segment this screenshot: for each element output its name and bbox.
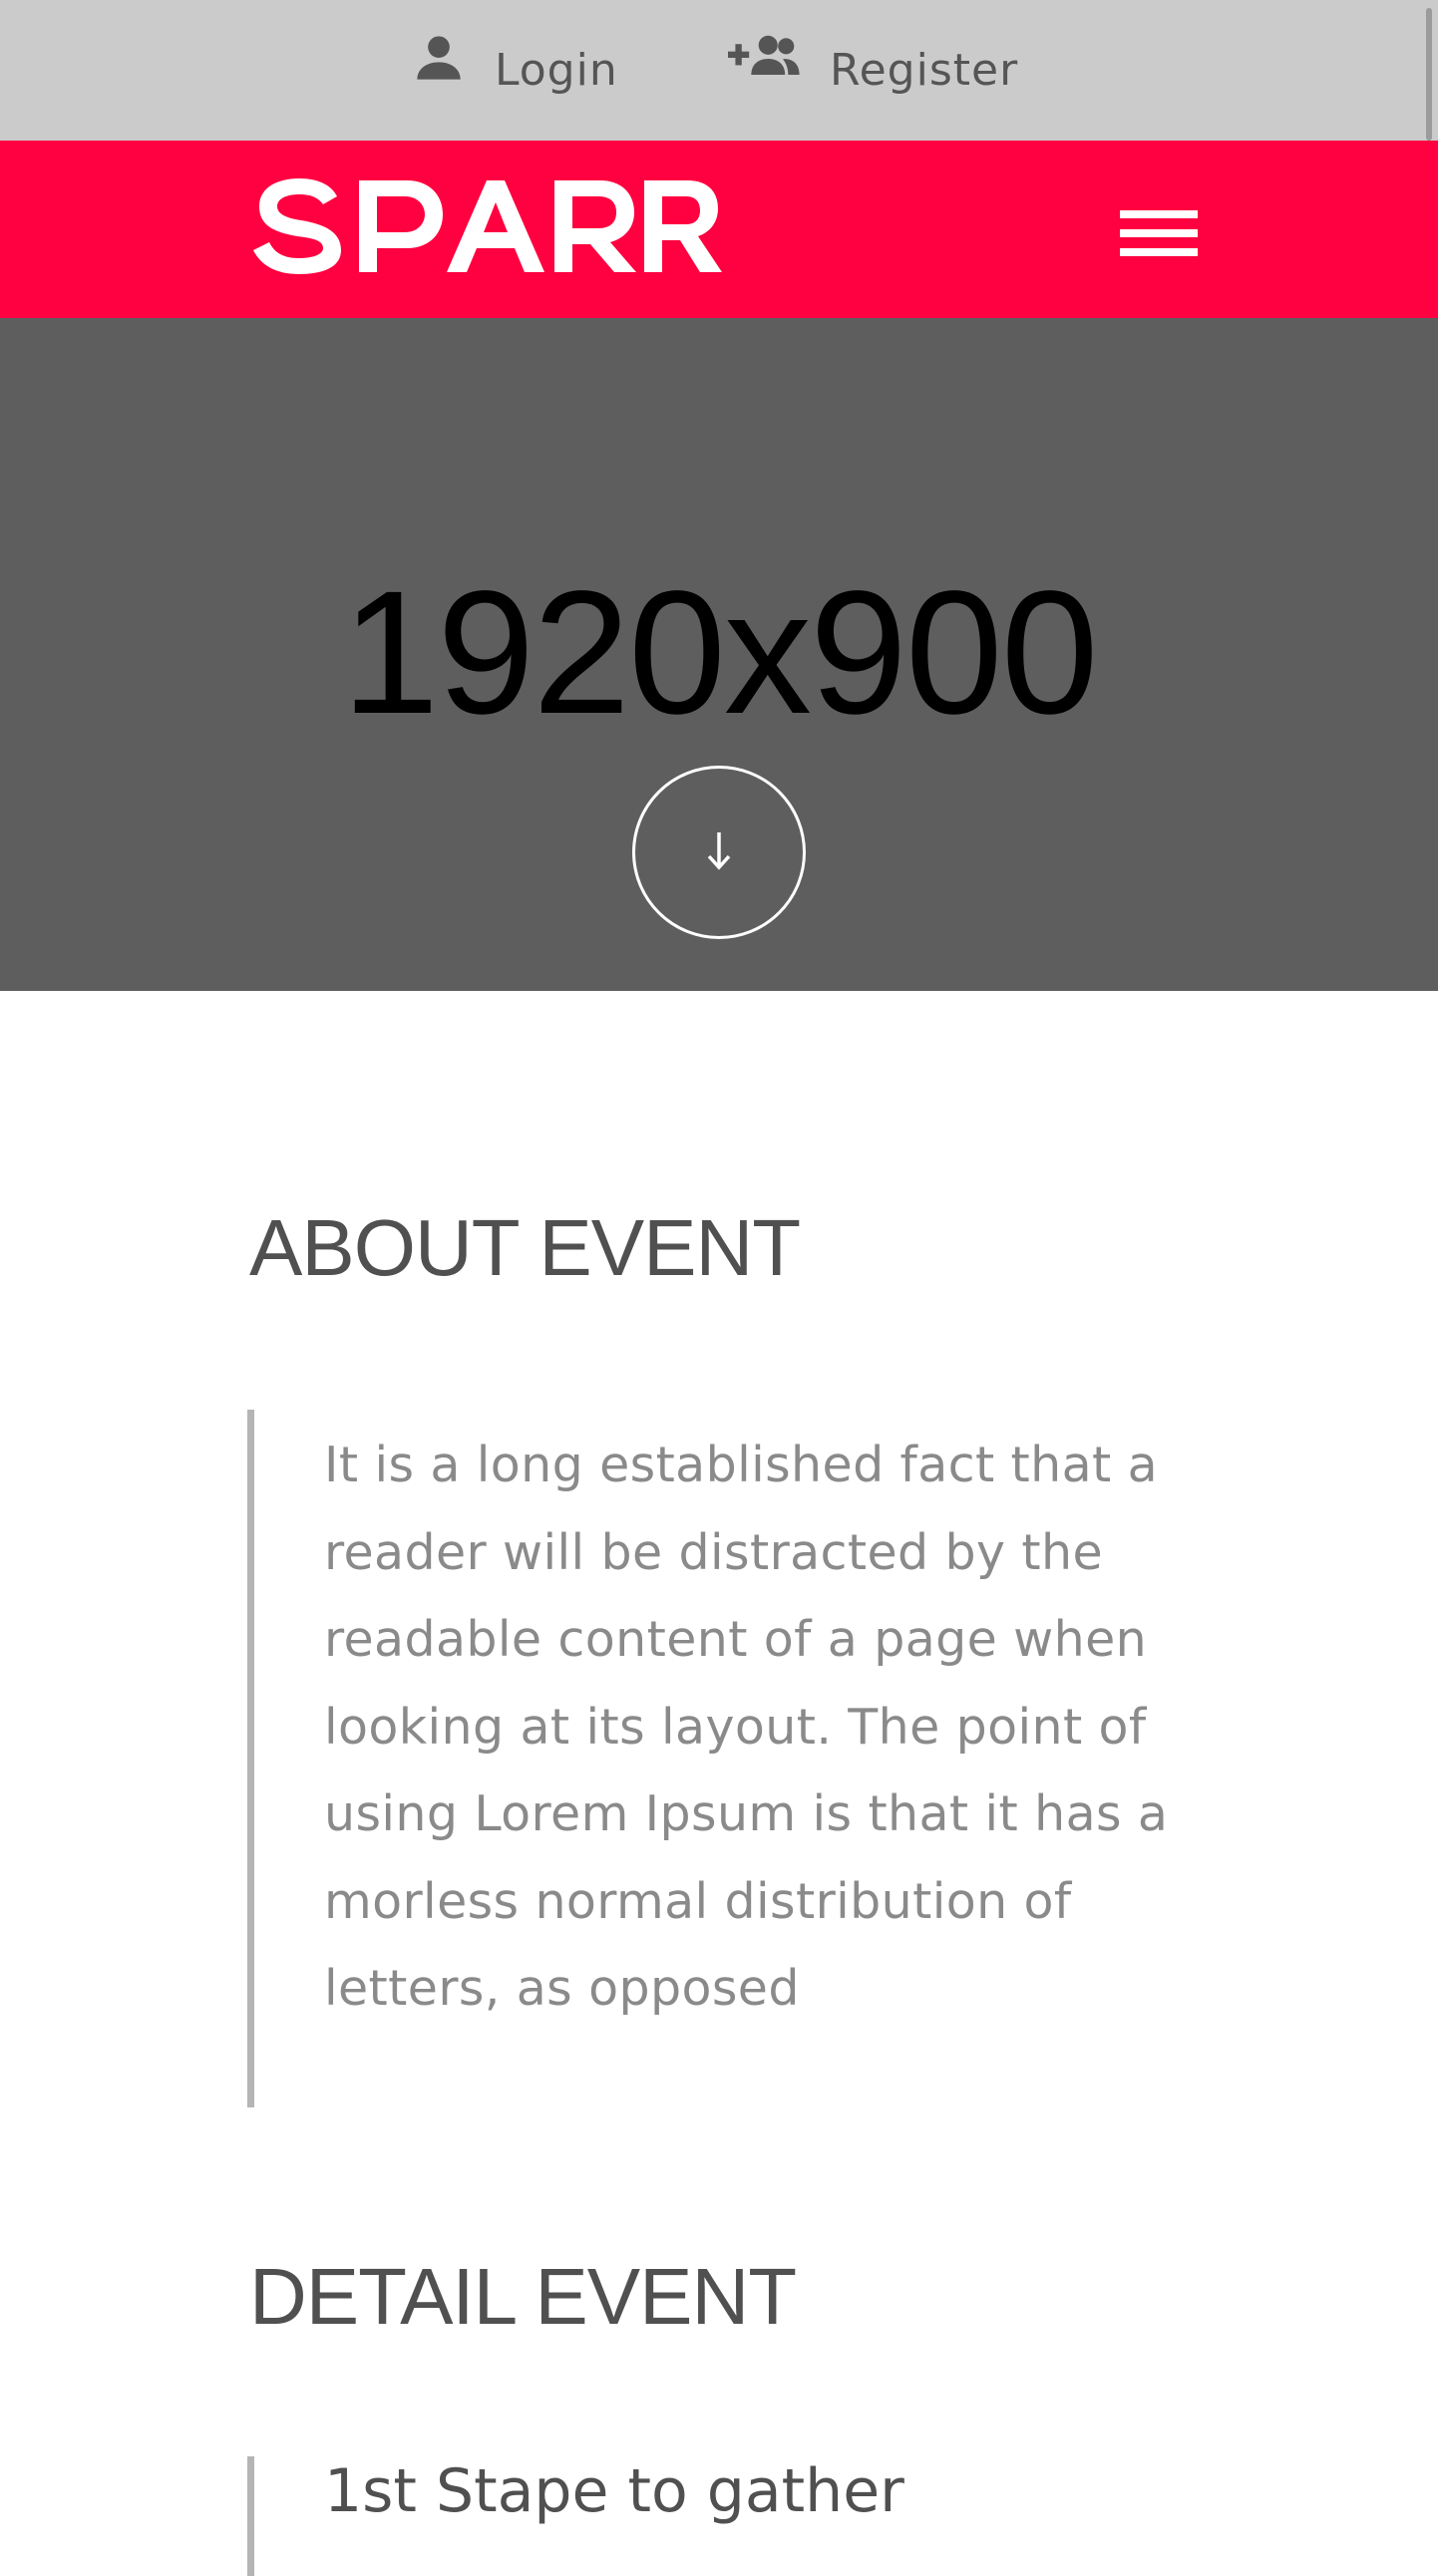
- sparrk-logo[interactable]: [249, 176, 748, 280]
- site-header: [0, 141, 1438, 318]
- detail-item-title: 1st Stape to gather: [324, 2456, 904, 2526]
- detail-event-title: DETAIL EVENT: [249, 2252, 797, 2341]
- user-icon: [413, 32, 465, 95]
- about-event-title: ABOUT EVENT: [249, 1203, 801, 1292]
- about-event-quote: It is a long established fact that a rea…: [247, 1410, 1225, 2107]
- auth-bar: Login Register: [0, 0, 1438, 141]
- about-event-text: It is a long established fact that a rea…: [324, 1437, 1169, 2017]
- scrollbar[interactable]: [1426, 8, 1432, 141]
- login-link[interactable]: Login: [413, 0, 618, 141]
- user-plus-icon: [728, 32, 800, 95]
- scroll-down-button[interactable]: [632, 766, 806, 939]
- hero-placeholder-text: 1920x900: [341, 555, 1098, 751]
- detail-event-quote: 1st Stape to gather: [247, 2456, 1225, 2576]
- register-label: Register: [830, 45, 1019, 96]
- hero-banner: 1920x900: [0, 318, 1438, 991]
- login-label: Login: [495, 45, 618, 96]
- register-link[interactable]: Register: [728, 0, 1018, 141]
- hamburger-menu-icon[interactable]: [1120, 210, 1198, 264]
- arrow-down-icon: [701, 826, 737, 878]
